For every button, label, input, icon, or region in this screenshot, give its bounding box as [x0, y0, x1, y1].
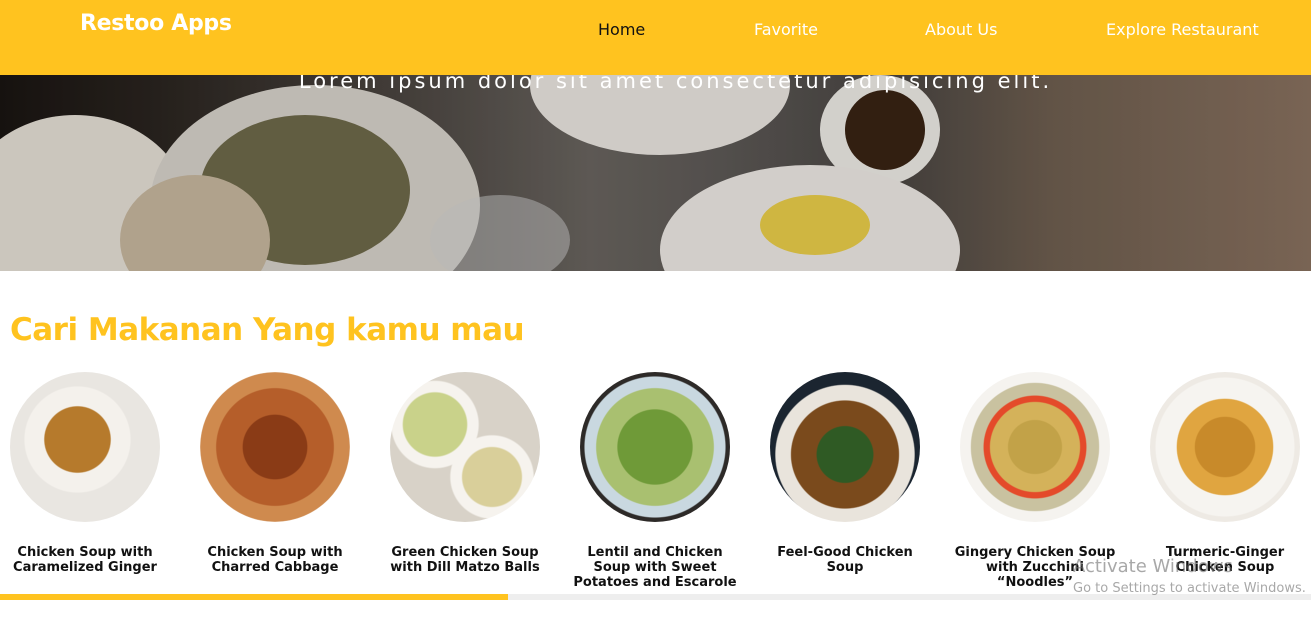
food-card[interactable]: Gingery Chicken Soup with Zucchini “Nood… — [950, 372, 1120, 587]
food-name: Green Chicken Soup with Dill Matzo Balls — [390, 545, 540, 575]
chicken-soup-image — [960, 372, 1110, 522]
chicken-soup-image — [580, 372, 730, 522]
food-card[interactable]: Lentil and Chicken Soup with Sweet Potat… — [570, 372, 740, 587]
nav-about-us[interactable]: About Us — [925, 20, 997, 39]
food-name: Chicken Soup with Charred Cabbage — [207, 545, 343, 575]
food-card[interactable]: Turmeric-Ginger Chicken Soup — [1140, 372, 1310, 575]
hero-banner: Lorem ipsum dolor sit amet consectetur a… — [0, 75, 1311, 271]
food-card[interactable]: Chicken Soup with Charred Cabbage — [190, 372, 360, 575]
food-name: Chicken Soup with Caramelized Ginger — [13, 545, 157, 575]
chicken-soup-image — [770, 372, 920, 522]
scrollbar-thumb[interactable] — [0, 594, 508, 600]
activate-windows-title: Activate Windows — [1073, 556, 1233, 577]
activate-windows-subtitle: Go to Settings to activate Windows. — [1073, 581, 1306, 596]
nav-favorite[interactable]: Favorite — [754, 20, 818, 39]
food-name: Lentil and Chicken Soup with Sweet Potat… — [573, 545, 737, 587]
nav-home[interactable]: Home — [598, 20, 645, 39]
food-list[interactable]: Chicken Soup with Caramelized Ginger Chi… — [0, 372, 1311, 587]
food-card[interactable]: Chicken Soup with Caramelized Ginger — [0, 372, 170, 575]
chicken-soup-image — [1150, 372, 1300, 522]
food-card[interactable]: Green Chicken Soup with Dill Matzo Balls — [380, 372, 550, 575]
chicken-soup-image — [10, 372, 160, 522]
hero-overlay — [0, 75, 1311, 271]
brand-logo[interactable]: Restoo Apps — [80, 11, 232, 36]
hero-tagline: Lorem ipsum dolor sit amet consectetur a… — [298, 75, 1053, 93]
section-title: Cari Makanan Yang kamu mau — [10, 312, 525, 348]
food-name: Feel-Good Chicken Soup — [777, 545, 913, 575]
chicken-soup-image — [390, 372, 540, 522]
navbar: Restoo Apps Home Favorite About Us Explo… — [0, 0, 1311, 75]
chicken-soup-image — [200, 372, 350, 522]
nav-explore-restaurant[interactable]: Explore Restaurant — [1106, 20, 1259, 39]
food-card[interactable]: Feel-Good Chicken Soup — [760, 372, 930, 575]
